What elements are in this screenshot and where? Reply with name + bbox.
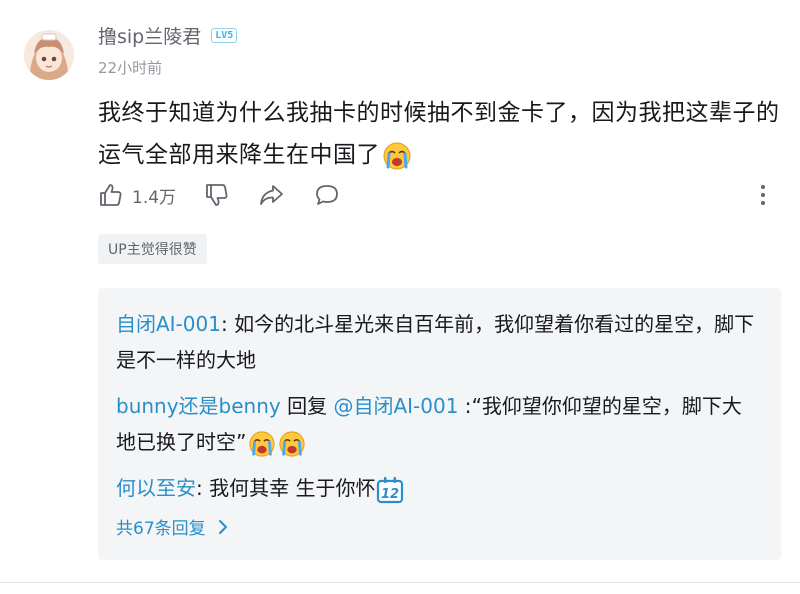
- crying-face-icon: [278, 430, 306, 458]
- reply-item: 何以至安: 我何其幸 生于你怀 12: [116, 470, 756, 506]
- view-more-label: 共67条回复: [116, 519, 206, 539]
- reply-item: bunny还是benny 回复 @自闭AI-001 :“我仰望你仰望的星空，脚下…: [116, 388, 756, 460]
- reply-separator: :: [220, 312, 235, 336]
- share-button[interactable]: [258, 182, 314, 208]
- comment-body: 我终于知道为什么我抽卡的时候抽不到金卡了，因为我把这辈子的运气全部用来降生在中国…: [98, 100, 780, 168]
- replies-preview: 自闭AI-001: 如今的北斗星光来自百年前，我仰望着你看过的星空，脚下是不一样…: [98, 288, 781, 560]
- share-icon: [260, 185, 283, 205]
- like-count: 1.4万: [132, 187, 177, 208]
- reply-item: 自闭AI-001: 如今的北斗星光来自百年前，我仰望着你看过的星空，脚下是不一样…: [116, 306, 756, 378]
- comment-bubble-icon: [316, 185, 338, 205]
- crying-face-icon: [382, 141, 412, 171]
- reply-text: 我何其幸 生于你怀: [209, 476, 376, 500]
- reply-separator: :: [458, 394, 472, 418]
- comment-text: 我终于知道为什么我抽卡的时候抽不到金卡了，因为我把这辈子的运气全部用来降生在中国…: [98, 92, 788, 176]
- username[interactable]: 撸sip兰陵君: [98, 22, 201, 49]
- thumbs-down-icon: [206, 184, 228, 206]
- more-dot-icon: [761, 201, 765, 205]
- reply-word: 回复: [280, 394, 334, 418]
- reply-username[interactable]: 何以至安: [116, 476, 196, 500]
- svg-text:12: 12: [381, 487, 399, 502]
- level-badge: LV5: [211, 27, 238, 43]
- number-12-badge-icon: 12: [375, 475, 405, 505]
- more-dot-icon: [761, 185, 765, 189]
- crying-face-icon: [248, 430, 276, 458]
- like-button[interactable]: 1.4万: [98, 182, 204, 208]
- comment-actions: 1.4万: [98, 180, 340, 210]
- reply-username[interactable]: bunny还是benny: [116, 394, 281, 418]
- avatar[interactable]: [24, 30, 74, 80]
- reply-button[interactable]: [314, 182, 340, 208]
- thumbs-up-icon: [100, 184, 122, 206]
- divider: [0, 582, 800, 583]
- view-more-replies-link[interactable]: 共67条回复: [116, 514, 230, 539]
- more-dot-icon: [761, 193, 765, 197]
- reply-username[interactable]: 自闭AI-001: [116, 312, 221, 336]
- timestamp: 22小时前: [98, 59, 163, 77]
- reply-separator: :: [196, 476, 210, 500]
- chevron-right-icon: [218, 519, 227, 534]
- more-options-button[interactable]: [752, 182, 774, 208]
- reply-mention[interactable]: @自闭AI-001: [333, 394, 458, 418]
- dislike-button[interactable]: [204, 182, 258, 208]
- up-liked-badge: UP主觉得很赞: [98, 234, 207, 264]
